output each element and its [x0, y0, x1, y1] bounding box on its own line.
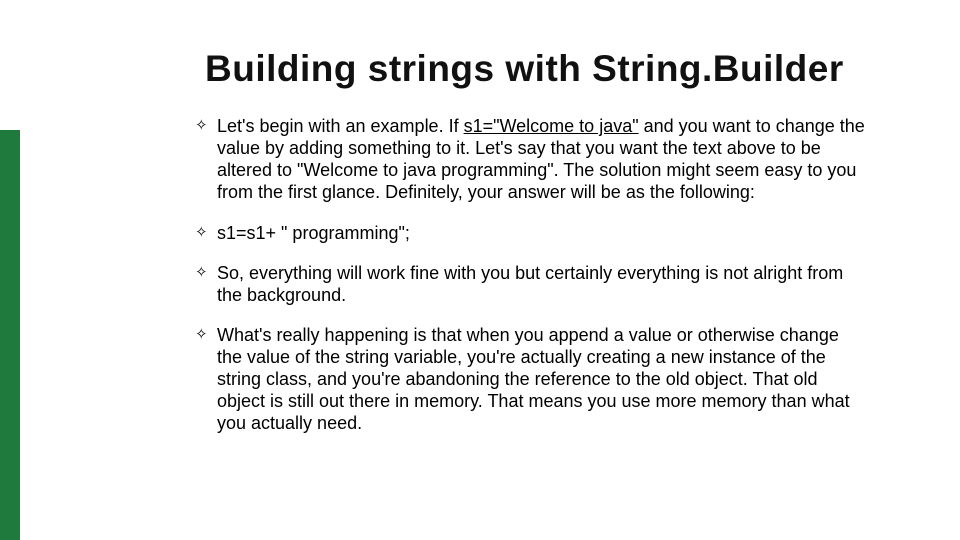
bullet-icon: ✧ — [195, 115, 217, 137]
bullet-icon: ✧ — [195, 262, 217, 284]
list-item-text: So, everything will work fine with you b… — [217, 262, 865, 306]
list-item-text: s1=s1+ " programming"; — [217, 222, 865, 244]
list-item: ✧ What's really happening is that when y… — [195, 324, 865, 435]
slide-body: ✧ Let's begin with an example. If s1="We… — [195, 115, 865, 453]
list-item: ✧ So, everything will work fine with you… — [195, 262, 865, 306]
bullet-icon: ✧ — [195, 324, 217, 346]
bullet-icon: ✧ — [195, 222, 217, 244]
list-item-text: Let's begin with an example. If s1="Welc… — [217, 115, 865, 204]
text-underlined: s1="Welcome to java" — [464, 116, 639, 136]
slide: Building strings with String.Builder ✧ L… — [0, 0, 960, 540]
list-item: ✧ s1=s1+ " programming"; — [195, 222, 865, 244]
list-item-text: What's really happening is that when you… — [217, 324, 865, 435]
list-item: ✧ Let's begin with an example. If s1="We… — [195, 115, 865, 204]
slide-title: Building strings with String.Builder — [205, 48, 900, 90]
accent-bar — [0, 130, 20, 540]
text-segment: Let's begin with an example. If — [217, 116, 464, 136]
